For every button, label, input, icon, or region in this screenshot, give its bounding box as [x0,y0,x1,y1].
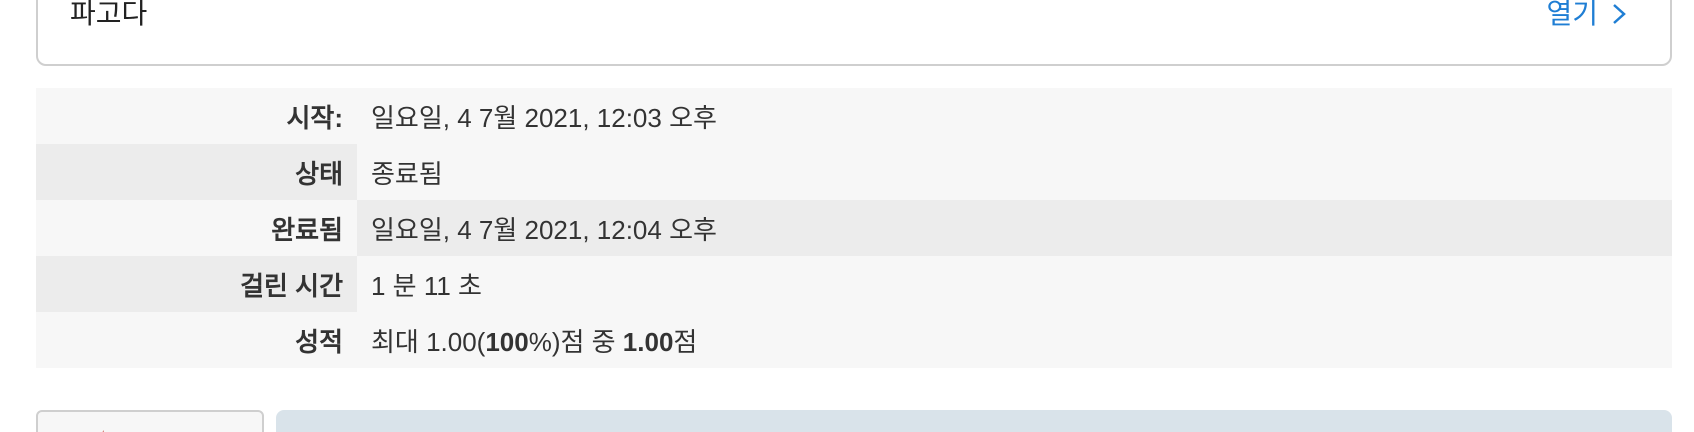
flag-icon [102,430,104,432]
summary-row-state: 상태 종료됨 [36,144,1672,200]
quiz-review-page: 파고다 열기 시작: 일요일, 4 7월 2021, 12:03 오후 상태 종… [0,0,1694,432]
completed-value: 일요일, 4 7월 2021, 12:04 오후 [357,200,1672,256]
grade-percent: 100 [485,326,529,357]
grade-score: 1.00 [622,326,674,357]
grade-label: 성적 [36,312,357,368]
started-value: 일요일, 4 7월 2021, 12:03 오후 [357,88,1672,144]
chevron-right-icon [1613,4,1626,24]
state-label: 상태 [36,144,357,200]
grade-suffix: 점 [673,326,698,357]
attempt-summary-table: 시작: 일요일, 4 7월 2021, 12:03 오후 상태 종료됨 완료됨 … [36,88,1672,368]
time-taken-value: 1 분 11 초 [357,256,1672,312]
summary-row-started: 시작: 일요일, 4 7월 2021, 12:03 오후 [36,88,1672,144]
grade-value: 최대 1.00(100%)점 중 1.00점 [357,312,1672,368]
completed-label: 완료됨 [36,200,357,256]
open-link-label: 열기 [1546,0,1598,29]
summary-row-time-taken: 걸린 시간 1 분 11 초 [36,256,1672,312]
summary-row-grade: 성적 최대 1.00(100%)점 중 1.00점 [36,312,1672,368]
time-taken-label: 걸린 시간 [36,256,357,312]
grade-mid: %)점 중 [528,326,623,357]
activity-card: 파고다 열기 [36,0,1672,66]
open-link[interactable]: 열기 [1546,0,1630,28]
state-value: 종료됨 [357,144,1672,200]
grade-prefix: 최대 1.00( [371,326,486,357]
activity-title: 파고다 [70,0,148,29]
summary-row-completed: 완료됨 일요일, 4 7월 2021, 12:04 오후 [36,200,1672,256]
question-content-box [276,410,1672,432]
question-info-box[interactable] [36,410,264,432]
started-label: 시작: [36,88,357,144]
